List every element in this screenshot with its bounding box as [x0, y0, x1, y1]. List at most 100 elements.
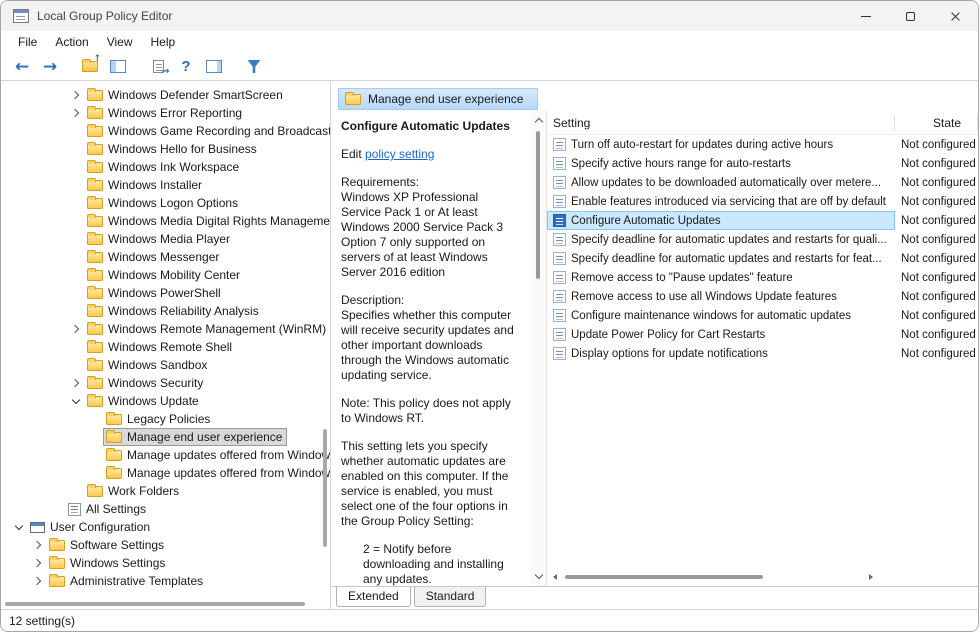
column-header-state[interactable]: State	[895, 115, 978, 131]
setting-row[interactable]: Turn off auto-restart for updates during…	[547, 135, 978, 154]
tree-item[interactable]: Windows Security	[1, 374, 330, 392]
scroll-up-icon[interactable]	[531, 113, 546, 128]
tree-item-highlight[interactable]: Windows Game Recording and Broadcasting	[84, 122, 330, 140]
menu-view[interactable]: View	[98, 33, 142, 51]
policy-setting-link[interactable]: policy setting	[365, 147, 434, 161]
setting-cell[interactable]: Configure Automatic Updates	[547, 211, 895, 230]
list-horizontal-scrollbar[interactable]	[549, 571, 976, 583]
close-button[interactable]	[933, 1, 978, 31]
setting-row[interactable]: Enable features introduced via servicing…	[547, 192, 978, 211]
setting-cell[interactable]: Turn off auto-restart for updates during…	[547, 135, 895, 154]
tree-item-highlight[interactable]: Windows Mobility Center	[84, 266, 245, 284]
maximize-button[interactable]	[888, 1, 933, 31]
scroll-thumb[interactable]	[565, 575, 763, 579]
tree-item-highlight[interactable]: Windows Settings	[46, 554, 170, 572]
tree-item[interactable]: Windows Messenger	[1, 248, 330, 266]
expand-chevron-icon[interactable]	[30, 536, 46, 554]
tree-item-highlight[interactable]: Windows Hello for Business	[84, 140, 262, 158]
tree-item[interactable]: Work Folders	[1, 482, 330, 500]
description-scrollbar[interactable]	[531, 111, 546, 586]
up-one-level-button[interactable]	[77, 55, 103, 79]
back-button[interactable]	[9, 55, 35, 79]
tree-item-highlight[interactable]: Manage updates offered from Windows Upda…	[103, 464, 330, 482]
tree-item-highlight[interactable]: Windows Sandbox	[84, 356, 212, 374]
tree-item[interactable]: Windows Defender SmartScreen	[1, 86, 330, 104]
tree-item[interactable]: Manage updates offered from Windows Serv…	[1, 446, 330, 464]
forward-button[interactable]	[37, 55, 63, 79]
tree-item-highlight[interactable]: Windows Messenger	[84, 248, 224, 266]
expand-chevron-icon[interactable]	[68, 392, 84, 410]
expand-chevron-icon[interactable]	[11, 518, 27, 536]
setting-row[interactable]: Display options for update notifications…	[547, 344, 978, 363]
tree-item[interactable]: Windows Remote Shell	[1, 338, 330, 356]
setting-cell[interactable]: Update Power Policy for Cart Restarts	[547, 325, 895, 344]
setting-row[interactable]: Specify deadline for automatic updates a…	[547, 230, 978, 249]
tree-item[interactable]: Windows Media Player	[1, 230, 330, 248]
tree-item[interactable]: Windows Ink Workspace	[1, 158, 330, 176]
expand-chevron-icon[interactable]	[68, 374, 84, 392]
setting-row[interactable]: Remove access to "Pause updates" feature…	[547, 268, 978, 287]
tree-vertical-scrollbar[interactable]	[323, 429, 327, 547]
tree-item[interactable]: All Settings	[1, 500, 330, 518]
scroll-left-icon[interactable]	[549, 571, 561, 583]
tree-item-highlight[interactable]: Manage end user experience	[103, 428, 287, 446]
tree-item[interactable]: Windows Sandbox	[1, 356, 330, 374]
tab-extended[interactable]: Extended	[336, 587, 411, 607]
tree-item[interactable]: User Configuration	[1, 518, 330, 536]
tree-item-highlight[interactable]: Windows Media Digital Rights Management	[84, 212, 330, 230]
tree-item-highlight[interactable]: Windows Logon Options	[84, 194, 243, 212]
tree-item-highlight[interactable]: Work Folders	[84, 482, 184, 500]
tree-item[interactable]: Windows Installer	[1, 176, 330, 194]
setting-cell[interactable]: Specify deadline for automatic updates a…	[547, 230, 895, 249]
export-list-button[interactable]	[145, 55, 171, 79]
setting-row[interactable]: Remove access to use all Windows Update …	[547, 287, 978, 306]
tree-item[interactable]: Windows PowerShell	[1, 284, 330, 302]
scroll-right-icon[interactable]	[767, 571, 977, 583]
tree-item-highlight[interactable]: Windows Security	[84, 374, 208, 392]
tab-standard[interactable]: Standard	[414, 587, 487, 607]
tree-item[interactable]: Windows Hello for Business	[1, 140, 330, 158]
tree-item-highlight[interactable]: Windows Remote Shell	[84, 338, 237, 356]
tree-item-highlight[interactable]: Administrative Templates	[46, 572, 208, 590]
tree-item-highlight[interactable]: Manage updates offered from Windows Serv…	[103, 446, 330, 464]
tree-item-highlight[interactable]: Windows Remote Management (WinRM)	[84, 320, 330, 338]
setting-row[interactable]: Update Power Policy for Cart Restarts No…	[547, 325, 978, 344]
tree-item-highlight[interactable]: Windows PowerShell	[84, 284, 226, 302]
setting-cell[interactable]: Remove access to "Pause updates" feature	[547, 268, 895, 287]
tree-item[interactable]: Windows Settings	[1, 554, 330, 572]
setting-row[interactable]: Specify deadline for automatic updates a…	[547, 249, 978, 268]
minimize-button[interactable]	[843, 1, 888, 31]
expand-chevron-icon[interactable]	[68, 104, 84, 122]
setting-cell[interactable]: Remove access to use all Windows Update …	[547, 287, 895, 306]
tree-item-highlight[interactable]: Software Settings	[46, 536, 169, 554]
expand-chevron-icon[interactable]	[68, 320, 84, 338]
tree-item-highlight[interactable]: Legacy Policies	[103, 410, 215, 428]
scroll-thumb[interactable]	[536, 131, 540, 279]
tree-item-highlight[interactable]: All Settings	[65, 500, 151, 518]
tree-item-highlight[interactable]: User Configuration	[27, 518, 155, 536]
tree-item[interactable]: Windows Mobility Center	[1, 266, 330, 284]
tree-item[interactable]: Legacy Policies	[1, 410, 330, 428]
expand-chevron-icon[interactable]	[68, 86, 84, 104]
tree-item[interactable]: Windows Update	[1, 392, 330, 410]
setting-cell[interactable]: Specify deadline for automatic updates a…	[547, 249, 895, 268]
details-banner[interactable]: Manage end user experience	[338, 88, 538, 110]
expand-chevron-icon[interactable]	[30, 572, 46, 590]
tree-item[interactable]: Windows Media Digital Rights Management	[1, 212, 330, 230]
menu-file[interactable]: File	[9, 33, 46, 51]
setting-cell[interactable]: Display options for update notifications	[547, 344, 895, 363]
menu-help[interactable]: Help	[142, 33, 185, 51]
tree-item-highlight[interactable]: Windows Ink Workspace	[84, 158, 244, 176]
setting-cell[interactable]: Specify active hours range for auto-rest…	[547, 154, 895, 173]
setting-cell[interactable]: Allow updates to be downloaded automatic…	[547, 173, 895, 192]
tree-item-highlight[interactable]: Windows Installer	[84, 176, 207, 194]
tree-item[interactable]: Administrative Templates	[1, 572, 330, 590]
setting-cell[interactable]: Configure maintenance windows for automa…	[547, 306, 895, 325]
setting-row[interactable]: Configure Automatic Updates Not configur…	[547, 211, 978, 230]
tree-item[interactable]: Windows Logon Options	[1, 194, 330, 212]
scroll-down-icon[interactable]	[531, 569, 546, 584]
action-pane-button[interactable]	[201, 55, 227, 79]
tree-item[interactable]: Windows Game Recording and Broadcasting	[1, 122, 330, 140]
tree-item-highlight[interactable]: Windows Media Player	[84, 230, 235, 248]
tree-item[interactable]: Windows Reliability Analysis	[1, 302, 330, 320]
